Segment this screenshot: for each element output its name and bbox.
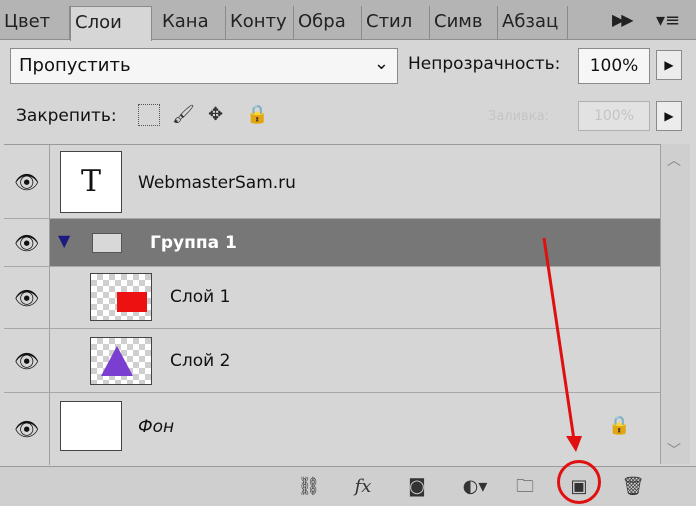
folder-icon[interactable]: 🗀 bbox=[508, 473, 542, 501]
annotation-arrow bbox=[542, 237, 582, 452]
adjustment-icon[interactable]: ◐▾ bbox=[458, 473, 492, 501]
mask-icon[interactable]: ◙ bbox=[400, 473, 434, 501]
annotation-circle bbox=[557, 460, 601, 504]
trash-icon[interactable]: 🗑 bbox=[616, 473, 650, 501]
link-icon[interactable]: ⛓ bbox=[292, 473, 326, 501]
fx-icon[interactable]: fx bbox=[346, 473, 380, 501]
